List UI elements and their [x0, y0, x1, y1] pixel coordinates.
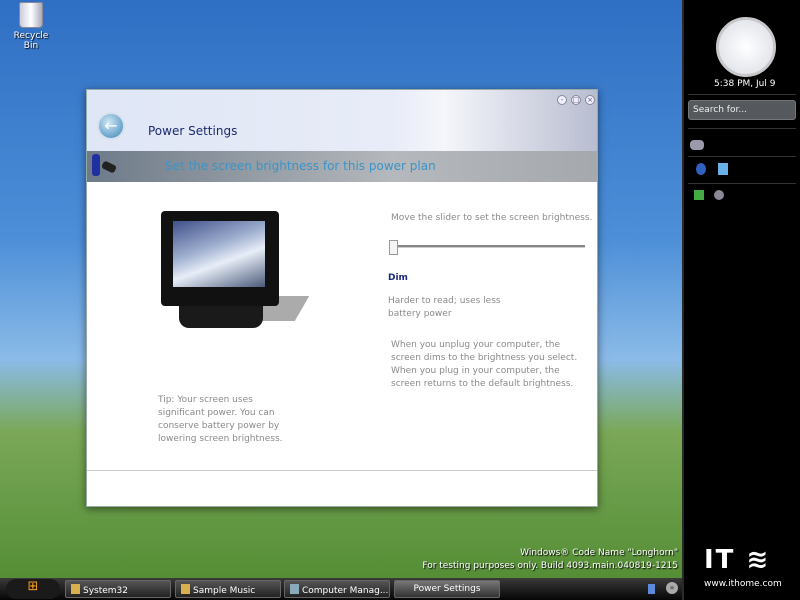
heading-band: Set the screen brightness for this power… — [87, 151, 597, 182]
clock-text: 5:38 PM, Jul 9 — [714, 79, 776, 89]
computer-icon — [290, 584, 299, 594]
level-label: Dim — [388, 273, 408, 283]
divider — [688, 183, 796, 184]
ie-icon[interactable] — [696, 163, 706, 175]
minimize-button[interactable]: - — [557, 95, 567, 105]
monitor-screen-image — [173, 221, 265, 287]
recycle-bin-label: Recycle Bin — [13, 31, 49, 51]
media-icon[interactable] — [714, 190, 724, 200]
brightness-slider-track[interactable] — [391, 245, 585, 248]
taskbar-item-system32[interactable]: System32 — [65, 580, 171, 598]
folder-icon — [71, 584, 80, 594]
footer-divider — [87, 470, 597, 471]
window-header: ← Power Settings - □ × — [87, 90, 597, 151]
level-description: Harder to read; uses less battery power — [388, 296, 501, 319]
tip-text: Tip: Your screen uses significant power.… — [158, 395, 283, 444]
outlook-icon[interactable] — [718, 163, 728, 175]
taskbar: ⊞ System32 Sample Music Computer Manag..… — [0, 578, 682, 600]
taskbar-label: System32 — [83, 586, 129, 596]
ithome-logo: IT ≋ www.ithome.com — [704, 545, 782, 589]
taskbar-item-power-settings[interactable]: Power Settings — [394, 580, 500, 598]
taskbar-label: Power Settings — [413, 584, 481, 594]
maximize-button[interactable]: □ — [571, 95, 581, 105]
brightness-slider-thumb[interactable] — [389, 240, 398, 255]
watermark-line1: Windows® Code Name "Longhorn" — [520, 548, 678, 558]
start-button[interactable]: ⊞ — [6, 579, 60, 599]
plug-icon — [100, 160, 118, 174]
clock-gadget[interactable] — [716, 17, 776, 77]
power-settings-window: ← Power Settings - □ × Set the screen br… — [86, 89, 598, 507]
network-icon[interactable] — [694, 190, 704, 200]
sidebar: 5:38 PM, Jul 9 Search for... — [682, 0, 800, 600]
search-input[interactable]: Search for... — [688, 100, 796, 120]
ithome-brand-mark: IT ≋ — [704, 545, 771, 575]
divider — [688, 156, 796, 157]
expand-tray-icon[interactable]: » — [666, 582, 678, 594]
monitor-stand — [179, 306, 263, 328]
divider — [688, 128, 796, 129]
close-button[interactable]: × — [585, 95, 595, 105]
back-button[interactable]: ← — [97, 112, 125, 140]
monitor-illustration — [161, 211, 279, 306]
window-title: Power Settings — [148, 124, 238, 138]
folder-icon — [181, 584, 190, 594]
recycle-bin-icon — [19, 2, 43, 28]
battery-icon — [92, 154, 100, 176]
taskbar-item-computer-management[interactable]: Computer Manag... — [284, 580, 390, 598]
taskbar-item-sample-music[interactable]: Sample Music — [175, 580, 281, 598]
recycle-bin-desktop-icon[interactable]: Recycle Bin — [6, 2, 56, 51]
taskbar-label: Computer Manag... — [302, 586, 389, 596]
volume-icon[interactable] — [648, 584, 655, 594]
ithome-url: www.ithome.com — [704, 579, 782, 589]
slider-instruction: Move the slider to set the screen bright… — [391, 213, 593, 223]
unplug-info: When you unplug your computer, the scree… — [391, 340, 578, 389]
watermark-line2: For testing purposes only. Build 4093.ma… — [422, 561, 678, 571]
taskbar-label: Sample Music — [193, 586, 256, 596]
page-heading: Set the screen brightness for this power… — [165, 159, 436, 173]
divider — [688, 94, 796, 95]
windows-logo-icon: ⊞ — [27, 579, 39, 594]
chat-icon[interactable] — [690, 140, 704, 150]
